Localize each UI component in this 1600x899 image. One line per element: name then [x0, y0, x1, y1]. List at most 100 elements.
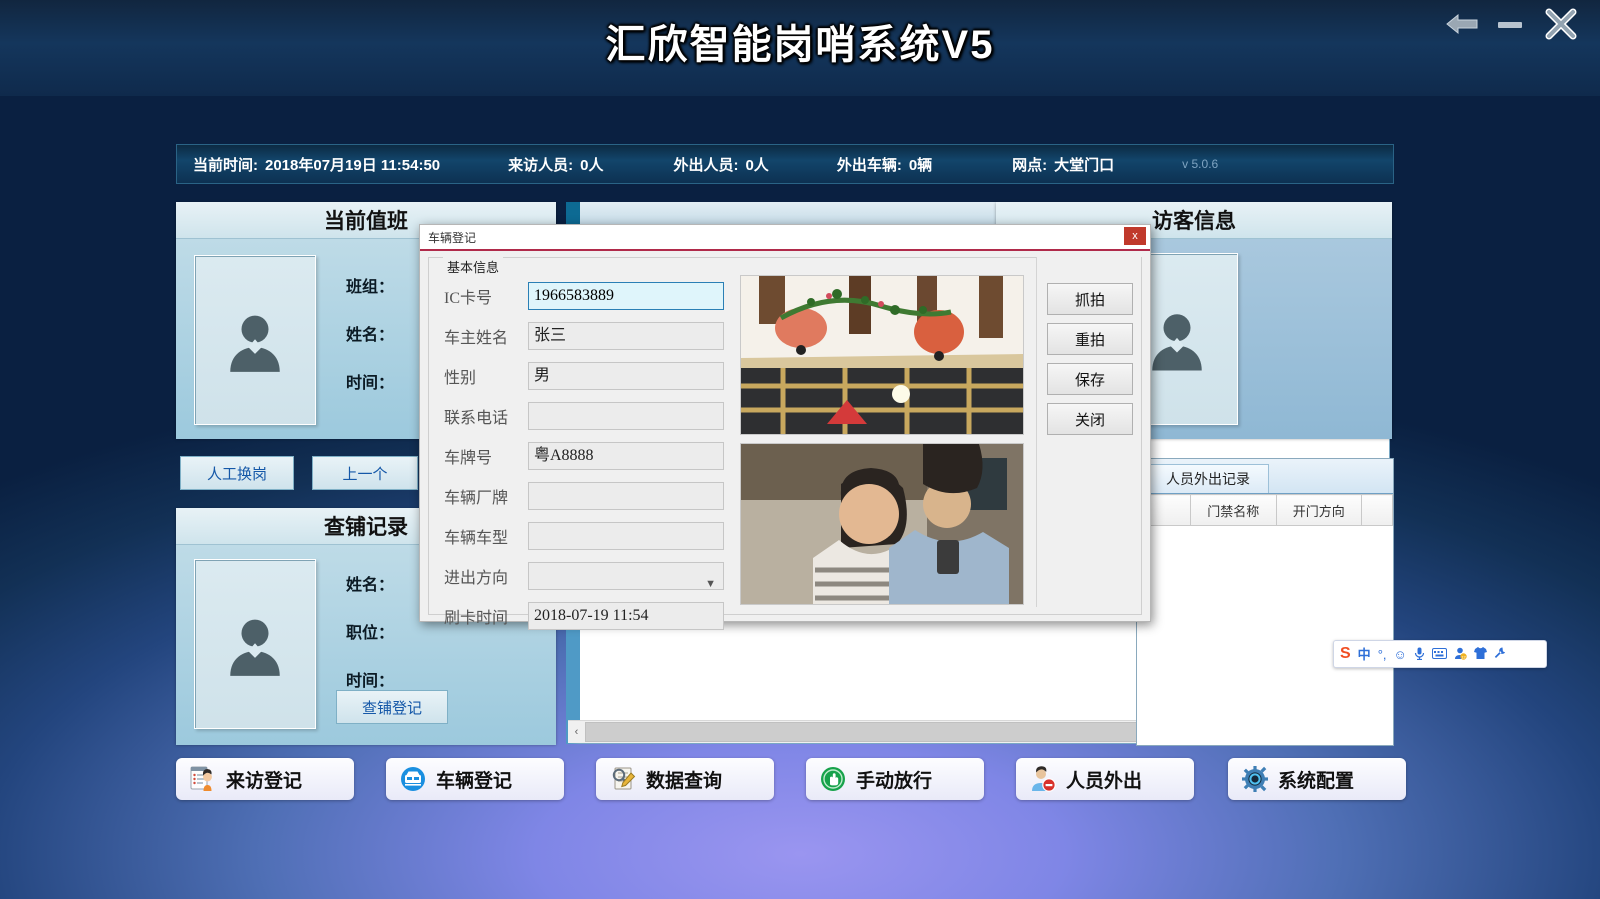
soft-keyboard-icon[interactable] — [1431, 647, 1447, 661]
field-row-ic-card: IC卡号 1966583889 — [444, 281, 724, 311]
bed-field-position: 职位： — [346, 625, 395, 642]
status-out-people-value: 0人 — [745, 156, 769, 174]
data-query-icon — [612, 767, 636, 790]
scroll-left-arrow[interactable]: ‹ — [568, 722, 585, 742]
wrench-glyph — [1494, 647, 1505, 658]
person-placeholder-icon — [230, 619, 280, 676]
toolbar-vehicle-register-label: 车辆登记 — [436, 770, 513, 792]
tshirt-glyph — [1473, 647, 1487, 659]
person-snapshot-photo[interactable] — [740, 443, 1024, 605]
user-center-icon[interactable]: 12 — [1454, 647, 1467, 662]
input-plate[interactable]: 粤A8888 — [528, 442, 724, 470]
input-brand[interactable] — [528, 482, 724, 510]
status-site-label: 网点: — [1012, 156, 1048, 174]
input-gender[interactable]: 男 — [528, 362, 724, 390]
col-open-direction[interactable]: 开门方向 — [1275, 494, 1362, 526]
status-out-people: 外出人员: 0人 — [673, 154, 768, 175]
capture-button[interactable]: 抓拍 — [1047, 283, 1133, 315]
records-tabstrip: 人员外出记录 — [1137, 459, 1393, 494]
toolbox-icon[interactable] — [1494, 647, 1506, 661]
tab-person-out-records[interactable]: 人员外出记录 — [1147, 464, 1269, 493]
recapture-button[interactable]: 重拍 — [1047, 323, 1133, 355]
toolbar-vehicle-register-button[interactable]: 车辆登记 — [386, 758, 564, 800]
scene-snapshot-photo[interactable] — [740, 275, 1024, 435]
field-row-owner-name: 车主姓名 张三 — [444, 321, 724, 351]
status-out-cars-label: 外出车辆: — [836, 156, 902, 174]
status-out-people-label: 外出人员: — [673, 156, 739, 174]
user-glyph: 12 — [1454, 647, 1467, 660]
minimize-button[interactable] — [1498, 22, 1522, 28]
bed-field-name: 姓名： — [346, 577, 395, 594]
person-placeholder-icon — [230, 315, 280, 372]
label-ic-card: IC卡号 — [444, 290, 493, 307]
close-icon — [1545, 8, 1577, 40]
save-button[interactable]: 保存 — [1047, 363, 1133, 395]
input-swipe-time[interactable]: 2018-07-19 11:54 — [528, 602, 724, 630]
bed-check-avatar — [194, 559, 316, 729]
sogou-logo-icon[interactable]: S — [1340, 646, 1351, 662]
field-row-brand: 车辆厂牌 — [444, 481, 724, 511]
duty-field-team: 班组： — [346, 279, 395, 296]
status-site-value: 大堂门口 — [1054, 156, 1115, 174]
label-swipe-time: 刷卡时间 — [444, 610, 509, 627]
scrollbar-thumb[interactable] — [585, 722, 1187, 742]
punctuation-icon[interactable]: °, — [1378, 648, 1387, 661]
dialog-titlebar[interactable]: 车辆登记 x — [420, 225, 1150, 251]
voice-input-icon[interactable] — [1414, 647, 1425, 662]
label-direction: 进出方向 — [444, 570, 509, 587]
toolbar-manual-pass-label: 手动放行 — [856, 770, 933, 792]
dialog-title: 车辆登记 — [428, 230, 477, 245]
bed-field-time: 时间： — [346, 673, 395, 690]
duty-field-name: 姓名： — [346, 327, 395, 344]
toolbar-person-out-label: 人员外出 — [1066, 770, 1143, 792]
select-direction[interactable]: ▼ — [528, 562, 724, 590]
toolbar-system-config-button[interactable]: 系统配置 — [1228, 758, 1406, 800]
basic-info-legend: 基本信息 — [443, 257, 504, 276]
manual-shift-button[interactable]: 人工换岗 — [180, 456, 294, 490]
visitor-register-icon — [190, 766, 212, 791]
table-header-row: 门禁名称 开门方向 — [1137, 494, 1393, 526]
toolbar-manual-pass-button[interactable]: 手动放行 — [806, 758, 984, 800]
input-model[interactable] — [528, 522, 724, 550]
field-row-model: 车辆车型 — [444, 521, 724, 551]
toolbar-visitor-register-label: 来访登记 — [226, 770, 303, 792]
close-button[interactable] — [1544, 8, 1578, 40]
toolbar-visitor-register-button[interactable]: 来访登记 — [176, 758, 354, 800]
input-phone[interactable] — [528, 402, 724, 430]
status-time-value: 2018年07月19日 11:54:50 — [265, 156, 441, 174]
close-dialog-button[interactable]: 关闭 — [1047, 403, 1133, 435]
back-button[interactable] — [1444, 12, 1480, 36]
status-site: 网点: 大堂门口 — [1012, 154, 1114, 175]
status-version: v 5.0.6 — [1182, 157, 1219, 171]
svg-text:12: 12 — [1461, 654, 1466, 659]
chinese-mode-icon[interactable]: 中 — [1358, 648, 1371, 661]
label-model: 车辆车型 — [444, 530, 509, 547]
input-ic-card[interactable]: 1966583889 — [528, 282, 724, 310]
status-time-label: 当前时间: — [193, 156, 258, 174]
vehicle-register-icon — [401, 767, 425, 791]
col-extra[interactable] — [1361, 494, 1393, 526]
person-out-icon — [1032, 766, 1056, 792]
sogou-ime-toolbar[interactable]: S 中 °, ☺ 12 — [1333, 640, 1547, 668]
field-row-plate: 车牌号 粤A8888 — [444, 441, 724, 471]
field-row-phone: 联系电话 — [444, 401, 724, 431]
person-placeholder-icon — [1152, 314, 1202, 371]
status-visitors: 来访人员: 0人 — [508, 154, 603, 175]
records-panel: 人员外出记录 门禁名称 开门方向 — [1136, 458, 1394, 746]
duty-info-list: 班组： 姓名： 时间： — [346, 273, 394, 417]
input-owner-name[interactable]: 张三 — [528, 322, 724, 350]
dialog-close-button[interactable]: x — [1124, 227, 1146, 245]
toolbar-person-out-button[interactable]: 人员外出 — [1016, 758, 1194, 800]
previous-button[interactable]: 上一个 — [312, 456, 418, 490]
duty-avatar — [194, 255, 316, 425]
col-gate-name[interactable]: 门禁名称 — [1190, 494, 1277, 526]
status-bar: 当前时间: 2018年07月19日 11:54:50 来访人员: 0人 外出人员… — [176, 144, 1394, 184]
bed-check-register-button[interactable]: 查铺登记 — [336, 690, 448, 724]
emoji-icon[interactable]: ☺ — [1394, 648, 1407, 661]
field-row-swipe-time: 刷卡时间 2018-07-19 11:54 — [444, 601, 724, 631]
toolbar-data-query-label: 数据查询 — [646, 770, 723, 792]
toolbar-data-query-button[interactable]: 数据查询 — [596, 758, 774, 800]
page-title: 汇欣智能岗哨系统V5 — [605, 23, 995, 67]
label-plate: 车牌号 — [444, 450, 493, 467]
skin-icon[interactable] — [1473, 647, 1487, 661]
